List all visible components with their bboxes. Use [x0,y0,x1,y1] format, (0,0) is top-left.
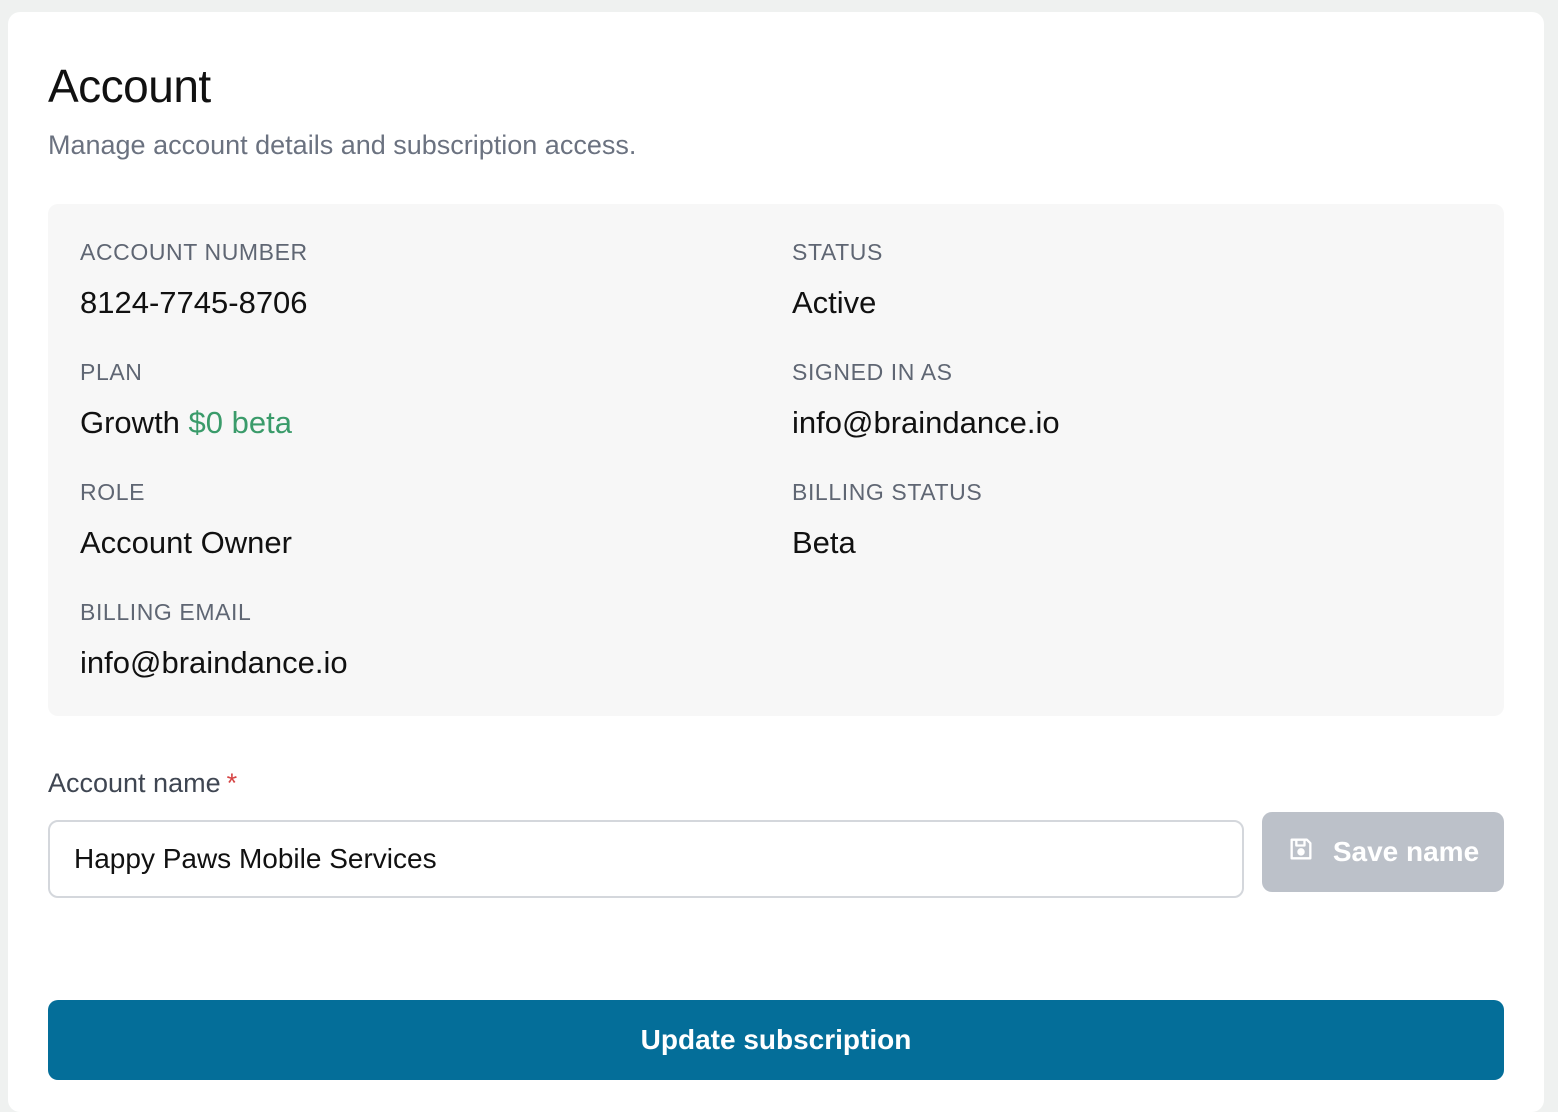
plan-label: PLAN [80,359,143,385]
status-field: STATUS Active [792,238,883,322]
billing-status-value: Beta [792,525,856,560]
account-details-panel: ACCOUNT NUMBER 8124-7745-8706 STATUS Act… [48,204,1504,716]
account-name-label: Account name * [48,766,237,800]
update-subscription-button[interactable]: Update subscription [48,1000,1504,1080]
floppy-disk-icon [1287,835,1315,870]
plan-value: Growth $0 beta [80,404,292,442]
account-number-value: 8124-7745-8706 [80,285,308,320]
plan-name: Growth [80,405,180,440]
save-name-button[interactable]: Save name [1262,812,1504,892]
billing-status-label: BILLING STATUS [792,479,983,505]
role-value: Account Owner [80,525,292,560]
billing-email-value: info@braindance.io [80,645,348,680]
billing-email-field: BILLING EMAIL info@braindance.io [80,598,348,682]
role-label: ROLE [80,479,146,505]
account-name-label-text: Account name [48,768,221,798]
billing-status-field: BILLING STATUS Beta [792,478,982,562]
required-marker: * [226,768,238,798]
account-card: Account Manage account details and subsc… [8,12,1544,1112]
signed-in-as-value: info@braindance.io [792,405,1060,440]
save-name-label: Save name [1332,836,1480,867]
signed-in-as-field: SIGNED IN AS info@braindance.io [792,358,1060,442]
status-label: STATUS [792,239,883,265]
page-subtitle: Manage account details and subscription … [48,130,637,160]
signed-in-as-label: SIGNED IN AS [792,359,953,385]
status-value: Active [792,285,877,320]
role-field: ROLE Account Owner [80,478,292,562]
account-name-input[interactable] [48,820,1244,898]
plan-price: $0 beta [188,405,292,440]
account-number-field: ACCOUNT NUMBER 8124-7745-8706 [80,238,308,322]
page-title: Account [48,60,211,112]
plan-field: PLAN Growth $0 beta [80,358,292,442]
billing-email-label: BILLING EMAIL [80,599,252,625]
account-number-label: ACCOUNT NUMBER [80,239,308,265]
